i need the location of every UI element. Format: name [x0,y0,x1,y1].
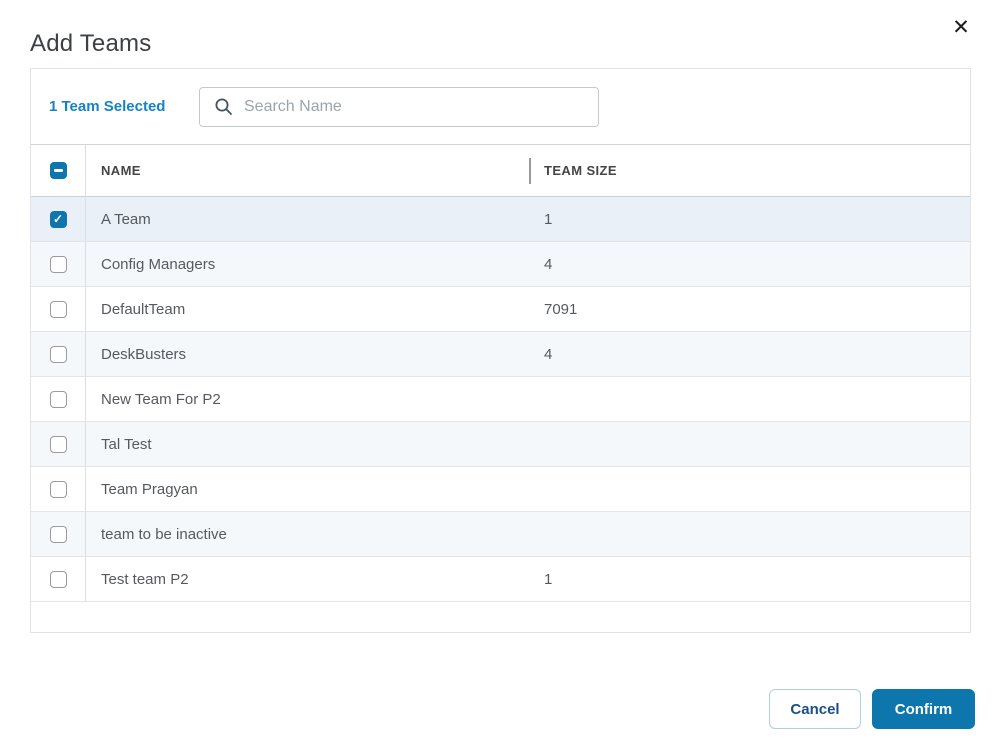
row-checkbox[interactable] [50,391,67,408]
close-icon[interactable]: ✕ [948,15,974,41]
row-checkbox[interactable]: ✓ [50,211,67,228]
select-all-cell [31,145,86,196]
row-checkbox[interactable] [50,346,67,363]
row-checkbox-cell [31,422,86,466]
team-size-cell: 4 [529,256,970,273]
team-name-cell: DeskBusters [86,346,529,363]
row-checkbox[interactable] [50,256,67,273]
team-name-cell: team to be inactive [86,526,529,543]
select-all-checkbox[interactable] [50,162,67,179]
team-size-cell: 7091 [529,301,970,318]
row-checkbox-cell [31,512,86,556]
search-box [199,87,599,127]
modal-footer: Cancel Confirm [769,689,975,729]
table-row[interactable]: DeskBusters 4 [31,332,970,377]
selected-count-label: 1 Team Selected [49,98,199,115]
row-checkbox-cell [31,377,86,421]
row-checkbox-cell [31,242,86,286]
add-teams-panel: 1 Team Selected NAME TEAM SIZE [30,68,971,633]
team-name-cell: Config Managers [86,256,529,273]
row-checkbox[interactable] [50,481,67,498]
table-row[interactable]: Config Managers 4 [31,242,970,287]
search-input[interactable] [199,87,599,127]
cancel-button[interactable]: Cancel [769,689,861,729]
team-name-cell: Test team P2 [86,571,529,588]
check-icon: ✓ [53,213,63,225]
team-size-cell: 4 [529,346,970,363]
row-checkbox[interactable] [50,571,67,588]
table-row[interactable]: ✓ A Team 1 [31,197,970,242]
confirm-button[interactable]: Confirm [872,689,975,729]
column-divider [529,158,531,184]
table-row[interactable]: DefaultTeam 7091 [31,287,970,332]
row-checkbox[interactable] [50,436,67,453]
indeterminate-mark-icon [54,169,63,172]
table-footer [31,602,970,635]
row-checkbox-cell [31,332,86,376]
team-name-cell: New Team For P2 [86,391,529,408]
column-header-name[interactable]: NAME [86,163,529,178]
team-name-cell: A Team [86,211,529,228]
table-row[interactable]: Team Pragyan [31,467,970,512]
teams-table: NAME TEAM SIZE ✓ A Team 1 Config Manager… [31,144,970,635]
table-header-row: NAME TEAM SIZE [31,145,970,197]
column-header-team-size[interactable]: TEAM SIZE [529,158,970,184]
row-checkbox-cell [31,467,86,511]
team-size-cell: 1 [529,211,970,228]
row-checkbox-cell [31,557,86,601]
team-name-cell: Tal Test [86,436,529,453]
toolbar: 1 Team Selected [31,69,970,144]
table-row[interactable]: New Team For P2 [31,377,970,422]
table-row[interactable]: team to be inactive [31,512,970,557]
row-checkbox-cell [31,287,86,331]
team-size-cell: 1 [529,571,970,588]
table-body: ✓ A Team 1 Config Managers 4 DefaultTeam… [31,197,970,602]
row-checkbox[interactable] [50,301,67,318]
team-name-cell: Team Pragyan [86,481,529,498]
row-checkbox-cell: ✓ [31,197,86,241]
row-checkbox[interactable] [50,526,67,543]
team-name-cell: DefaultTeam [86,301,529,318]
page-title: Add Teams [30,30,151,58]
table-row[interactable]: Test team P2 1 [31,557,970,602]
table-row[interactable]: Tal Test [31,422,970,467]
